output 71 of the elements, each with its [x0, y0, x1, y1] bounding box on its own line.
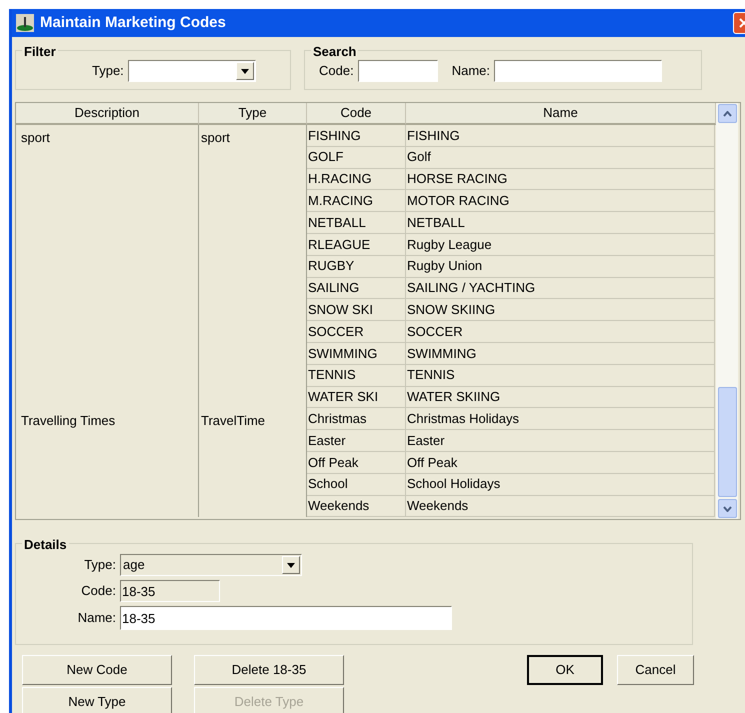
scroll-thumb[interactable]	[718, 387, 736, 497]
scroll-up-button[interactable]	[718, 104, 736, 123]
column-header[interactable]: Code	[307, 103, 406, 125]
field-label: Code:	[80, 582, 116, 600]
table-cell: Weekends	[406, 496, 715, 516]
table-cell: NETBALL	[406, 212, 715, 233]
scroll-down-button[interactable]	[718, 499, 736, 518]
column-header[interactable]: Type	[199, 103, 307, 125]
table-cell: Off Peak	[406, 452, 715, 473]
name-field[interactable]	[494, 60, 662, 82]
table-cell: MOTOR RACING	[406, 190, 715, 212]
table-cell: SAILING	[307, 278, 406, 298]
field-label: Type:	[83, 556, 116, 574]
type-dropdown[interactable]: age	[120, 554, 302, 576]
table-cell: TENNIS	[307, 364, 406, 386]
table-cell: Easter	[307, 430, 406, 451]
table-cell: NETBALL	[307, 212, 406, 233]
dialog-button[interactable]: Cancel	[617, 655, 694, 685]
table-cell: Golf	[406, 146, 715, 168]
table-cell: Travelling Times	[16, 408, 199, 518]
table-cell: Christmas	[307, 408, 406, 430]
table-cell: HORSE RACING	[406, 168, 715, 190]
table-cell: SNOW SKI	[307, 299, 406, 320]
name-field[interactable]: 18-35	[120, 606, 452, 630]
dropdown-button[interactable]	[282, 556, 300, 574]
table-cell: SAILING / YACHTING	[406, 278, 715, 298]
dropdown-button[interactable]	[236, 62, 254, 80]
table-cell: SOCCER	[307, 321, 406, 342]
dialog-button[interactable]: New Type	[22, 687, 172, 713]
field-label: Type:	[92, 62, 124, 80]
table-cell: School Holidays	[406, 474, 715, 495]
code-field[interactable]: 18-35	[120, 580, 220, 602]
table-cell: FISHING	[307, 125, 406, 146]
table-cell: TravelTime	[199, 408, 307, 518]
table-cell: Off Peak	[307, 452, 406, 473]
table-cell: H.RACING	[307, 168, 406, 190]
app-icon	[16, 14, 34, 32]
table-cell: GOLF	[307, 146, 406, 168]
scrollbar[interactable]	[716, 103, 738, 519]
table-cell: Weekends	[307, 496, 406, 516]
table-cell: sport	[199, 125, 307, 408]
field-label: Name:	[452, 62, 490, 80]
dialog-button[interactable]: Delete 18-35	[194, 655, 344, 685]
table-cell: Rugby League	[406, 234, 715, 255]
caret-icon	[240, 68, 249, 74]
table-cell: SOCCER	[406, 321, 715, 342]
dialog-button[interactable]: OK	[527, 655, 603, 685]
table-cell: SWIMMING	[307, 342, 406, 364]
table-cell: RLEAGUE	[307, 234, 406, 255]
table-cell: SNOW SKIING	[406, 299, 715, 320]
table-cell: Easter	[406, 430, 715, 451]
caret-icon	[287, 562, 295, 568]
table-cell: RUGBY	[307, 256, 406, 277]
table-cell: M.RACING	[307, 190, 406, 212]
table-cell: WATER SKIING	[406, 386, 715, 408]
table-cell: Christmas Holidays	[406, 408, 715, 430]
table-cell: WATER SKI	[307, 386, 406, 408]
table-cell: School	[307, 474, 406, 495]
table-cell: sport	[16, 125, 199, 408]
dialog-button[interactable]: New Code	[22, 655, 172, 685]
column-header[interactable]: Description	[16, 103, 199, 125]
code-field[interactable]	[358, 60, 438, 82]
table-cell: TENNIS	[406, 364, 715, 386]
column-header[interactable]: Name	[406, 103, 716, 125]
table-cell: SWIMMING	[406, 342, 715, 364]
field-label: Name:	[76, 609, 116, 628]
type-dropdown[interactable]	[128, 60, 256, 82]
window-title: Maintain Marketing Codes	[40, 12, 226, 33]
table-cell: Rugby Union	[406, 256, 715, 277]
field-label: Code:	[319, 62, 354, 80]
table-cell: FISHING	[406, 125, 715, 146]
